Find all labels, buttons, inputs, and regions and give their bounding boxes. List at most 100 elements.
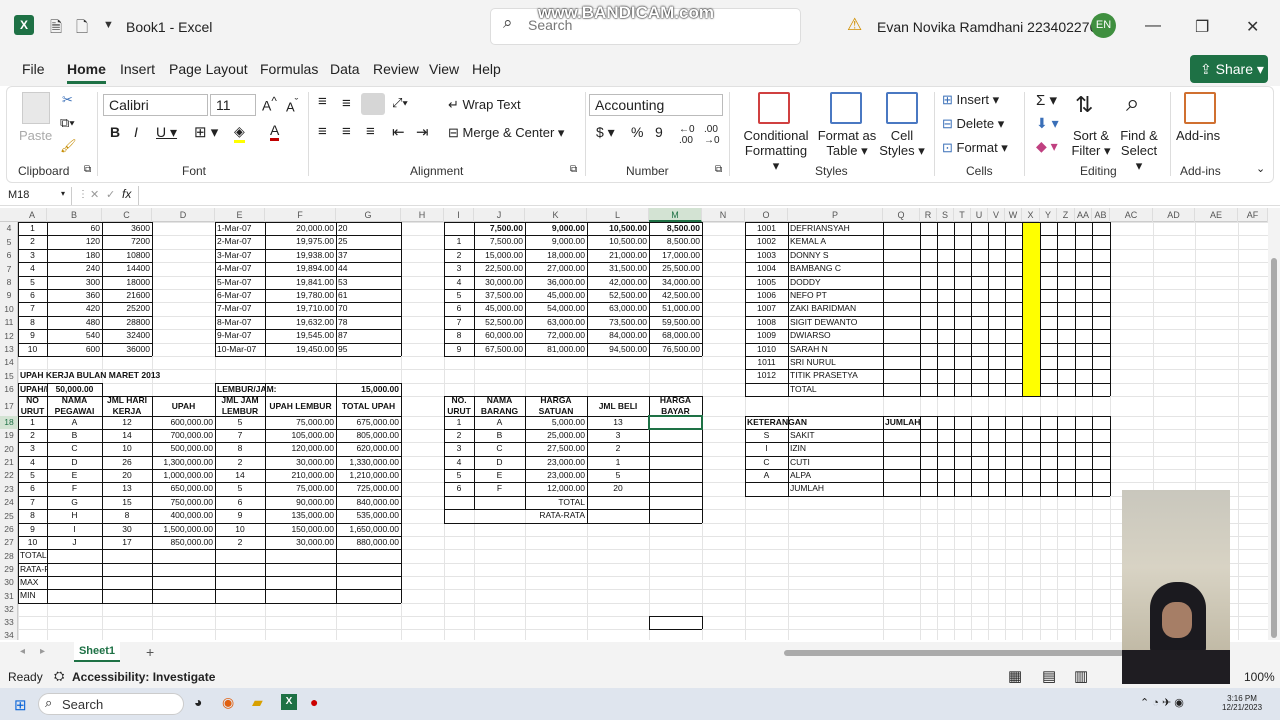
harga-cell[interactable]: 23,000.00 <box>525 469 587 482</box>
harga-cell[interactable]: B <box>474 429 525 442</box>
keterangan-label[interactable]: SAKIT <box>788 429 883 442</box>
table3-value[interactable]: 42,500.00 <box>649 289 702 302</box>
next-sheet-icon[interactable]: ▸ <box>40 646 45 657</box>
keterangan-header[interactable]: KETERANGAN <box>745 416 883 429</box>
upah-cell[interactable]: 210,000.00 <box>265 469 336 482</box>
upah-header[interactable]: TOTAL UPAH <box>336 396 401 416</box>
harga-cell[interactable]: 5 <box>587 469 649 482</box>
menu-help[interactable]: Help <box>472 61 501 77</box>
harga-cell[interactable]: 12,000.00 <box>525 482 587 496</box>
harga-cell[interactable]: 25,000.00 <box>525 429 587 442</box>
upah-cell[interactable]: 20 <box>102 469 152 482</box>
table3-value[interactable]: 73,500.00 <box>587 316 649 329</box>
table3-value[interactable]: 8,500.00 <box>649 235 702 249</box>
borders-icon[interactable]: ⊞ ▾ <box>194 123 218 141</box>
table1-no[interactable]: 10 <box>18 343 47 356</box>
employee-id[interactable]: 1010 <box>745 343 788 356</box>
table2-count[interactable]: 61 <box>336 289 401 302</box>
cell-area[interactable]: 1 60 3600 2 120 7200 3 180 10800 4 240 14400 5 300 180… <box>0 208 1268 640</box>
format-painter-icon[interactable]: 🖌 <box>60 138 77 154</box>
table3-value[interactable]: 4 <box>444 276 474 289</box>
keterangan-label[interactable]: CUTI <box>788 456 883 469</box>
table1-value[interactable]: 60 <box>47 222 102 235</box>
upah-header[interactable]: JML JAM LEMBUR <box>215 396 265 416</box>
wrap-text-button[interactable]: ↵ Wrap Text <box>448 97 521 113</box>
increase-decimal-icon[interactable]: ←0.00 <box>679 124 695 146</box>
table2-date[interactable]: 5-Mar-07 <box>215 276 265 289</box>
table2-value[interactable]: 19,632.00 <box>265 316 336 329</box>
insert-cells-button[interactable]: ⊞ Insert ▾ <box>942 92 999 108</box>
upah-cell[interactable]: 30,000.00 <box>265 536 336 549</box>
avatar[interactable]: EN <box>1091 13 1116 38</box>
keterangan-code[interactable]: C <box>745 456 788 469</box>
upah-title[interactable]: UPAH KERJA BULAN MARET 2013 <box>18 369 215 383</box>
upah-cell[interactable]: 7 <box>18 496 47 509</box>
table3-value[interactable]: 68,000.00 <box>649 329 702 343</box>
table3-value[interactable]: 2 <box>444 249 474 262</box>
employee-name[interactable]: BAMBANG C <box>788 262 883 276</box>
table1-value[interactable]: 36000 <box>102 343 152 356</box>
fill-icon[interactable]: ⬇ ▾ <box>1036 115 1059 132</box>
employee-id[interactable]: 1006 <box>745 289 788 302</box>
table1-value[interactable]: 180 <box>47 249 102 262</box>
upah-cell[interactable]: 1,650,000.00 <box>336 523 401 536</box>
employee-name[interactable]: KEMAL A <box>788 235 883 249</box>
table2-count[interactable]: 70 <box>336 302 401 316</box>
taskbar-clock[interactable]: 3:16 PM 12/21/2023 <box>1222 694 1262 712</box>
horizontal-scrollbar[interactable] <box>784 650 1124 656</box>
table1-no[interactable]: 8 <box>18 316 47 329</box>
paste-icon[interactable] <box>22 92 50 124</box>
table2-value[interactable]: 19,710.00 <box>265 302 336 316</box>
menu-review[interactable]: Review <box>373 61 419 77</box>
keterangan-code[interactable]: A <box>745 469 788 482</box>
upah-header[interactable]: JML HARI KERJA <box>102 396 152 416</box>
table1-no[interactable]: 5 <box>18 276 47 289</box>
table3-value[interactable]: 51,000.00 <box>649 302 702 316</box>
zoom-level[interactable]: 100% <box>1244 670 1275 684</box>
format-as-table-icon[interactable] <box>830 92 862 124</box>
warning-icon[interactable]: ⚠ <box>847 15 862 35</box>
active-cell-m18[interactable] <box>648 415 703 430</box>
table3-value[interactable]: 59,500.00 <box>649 316 702 329</box>
employee-name[interactable]: NEFO PT <box>788 289 883 302</box>
upah-footer-label[interactable]: TOTAL <box>18 549 47 563</box>
upah-cell[interactable]: 13 <box>102 482 152 496</box>
harga-cell[interactable]: 1 <box>444 416 474 429</box>
table3-value[interactable]: 18,000.00 <box>525 249 587 262</box>
lembur-label[interactable]: LEMBUR/JAM: <box>215 383 336 396</box>
quick-access-dropdown-icon[interactable]: ▼ <box>103 19 114 31</box>
harga-cell[interactable]: 1 <box>587 456 649 469</box>
upah-cell[interactable]: 14 <box>215 469 265 482</box>
harga-header[interactable]: HARGA SATUAN <box>525 396 587 416</box>
upah-cell[interactable]: E <box>47 469 102 482</box>
upah-footer-label[interactable]: RATA-RATA <box>18 563 47 576</box>
table3-value[interactable]: 36,000.00 <box>525 276 587 289</box>
spreadsheet-grid[interactable]: A B C D E F G H I J K L M N O P Q R S T U V W X Y Z AA AB AC AD AE AF 4… <box>0 208 1268 640</box>
firefox-icon[interactable]: ◉ <box>222 694 234 711</box>
table3-value[interactable]: 3 <box>444 262 474 276</box>
windows-start-icon[interactable]: ⊞ <box>14 696 27 714</box>
upah-cell[interactable]: 75,000.00 <box>265 482 336 496</box>
table3-value[interactable]: 72,000.00 <box>525 329 587 343</box>
harga-cell[interactable]: 20 <box>587 482 649 496</box>
upah-cell[interactable]: 650,000.00 <box>152 482 215 496</box>
upah-cell[interactable]: 840,000.00 <box>336 496 401 509</box>
upah-cell[interactable]: 6 <box>215 496 265 509</box>
page-break-view-icon[interactable]: ▥ <box>1074 667 1088 685</box>
find-select-icon[interactable]: ⌕ <box>1126 90 1139 118</box>
upah-cell[interactable]: 105,000.00 <box>265 429 336 442</box>
employee-id[interactable]: 1008 <box>745 316 788 329</box>
employee-name[interactable]: SRI NURUL <box>788 356 883 369</box>
harga-cell[interactable]: 23,000.00 <box>525 456 587 469</box>
employee-name[interactable]: SARAH N <box>788 343 883 356</box>
table1-value[interactable]: 540 <box>47 329 102 343</box>
table3-value[interactable]: 94,500.00 <box>587 343 649 356</box>
name-box-dropdown-icon[interactable]: ▾ <box>61 189 65 198</box>
upah-cell[interactable]: 4 <box>18 456 47 469</box>
merge-center-button[interactable]: ⊟ Merge & Center ▾ <box>448 125 564 141</box>
decrease-indent-icon[interactable]: ⇤ <box>392 123 405 141</box>
upah-cell[interactable]: 75,000.00 <box>265 416 336 429</box>
table1-value[interactable]: 120 <box>47 235 102 249</box>
employee-id[interactable]: 1012 <box>745 369 788 383</box>
conditional-formatting-icon[interactable] <box>758 92 790 124</box>
